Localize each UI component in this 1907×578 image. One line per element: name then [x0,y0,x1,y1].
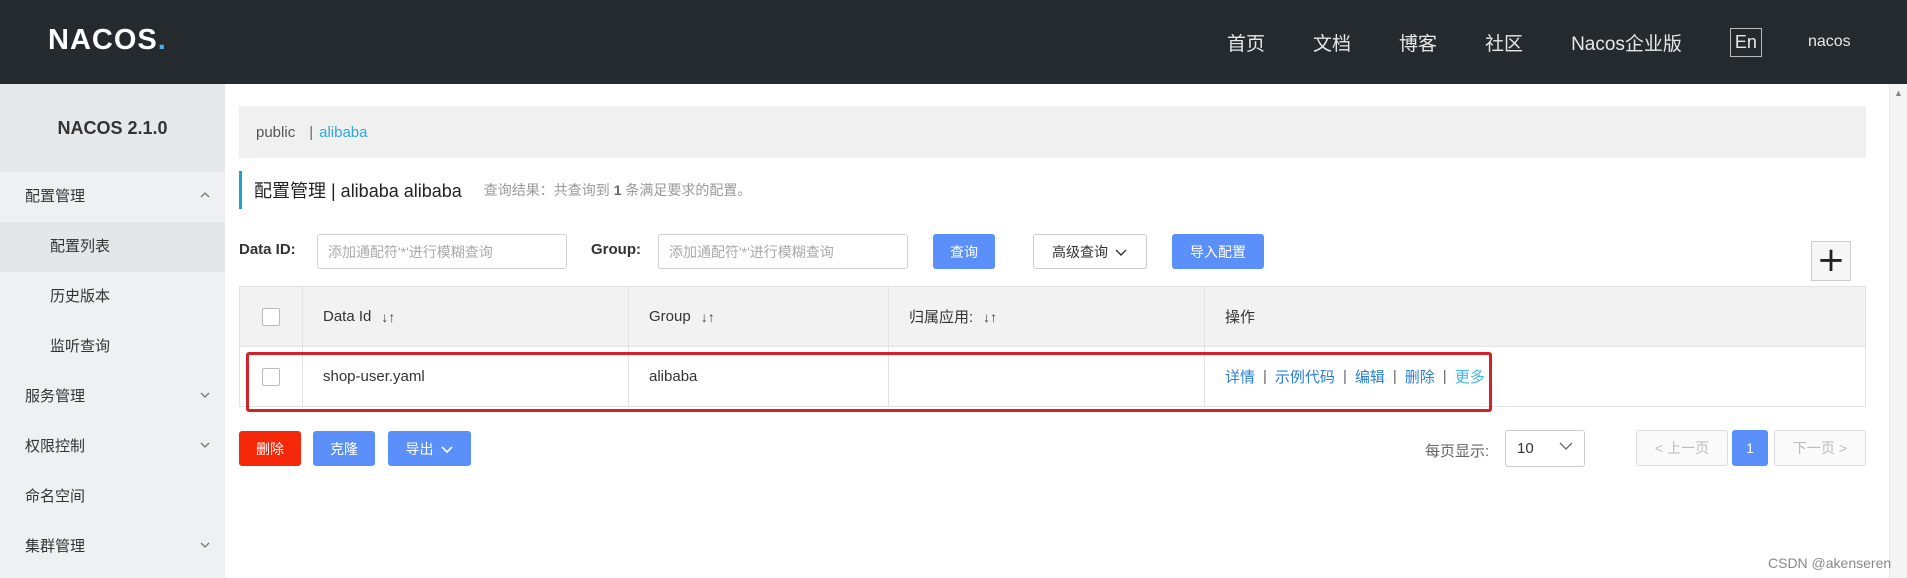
sidebar-item-label: 服务管理 [25,388,86,405]
watermark: CSDN @akenseren [1768,555,1892,571]
sidebar-item-listener-query[interactable]: 监听查询 [0,322,225,372]
top-header: NACOS. 首页 文档 博客 社区 Nacos企业版 En nacos [0,0,1907,84]
sidebar-item-config-list[interactable]: 配置列表 [0,222,225,272]
nav-docs[interactable]: 文档 [1313,29,1351,56]
namespace-bar: public | alibaba [239,106,1866,158]
sort-icon[interactable]: ↓↑ [701,309,715,325]
row-select-cell [240,347,302,406]
next-page-button[interactable]: 下一页 > [1774,430,1866,466]
page-size-label: 每页显示: [1425,443,1490,460]
header-data-id[interactable]: Data Id ↓↑ [302,287,628,346]
sidebar-item-label: 权限控制 [25,438,86,455]
sidebar-item-label: 配置管理 [25,188,86,205]
query-button[interactable]: 查询 [933,234,995,269]
page-size-value: 10 [1517,440,1534,457]
sort-icon[interactable]: ↓↑ [983,309,997,325]
nav-community[interactable]: 社区 [1485,29,1523,56]
cell-app [888,347,1204,406]
sidebar-item-config-management[interactable]: 配置管理 [0,172,225,222]
dataid-label: Data ID: [239,241,296,258]
clone-button[interactable]: 克隆 [313,431,375,466]
nacos-logo[interactable]: NACOS. [48,24,167,57]
sidebar-item-service-management[interactable]: 服务管理 [0,372,225,422]
cell-operations: 详情 | 示例代码 | 编辑 | 删除 | 更多 [1204,347,1867,406]
chevron-down-icon [199,522,211,572]
config-table: Data Id ↓↑ Group ↓↑ 归属应用: ↓↑ 操作 shop-user.y… [239,286,1866,407]
page-size-select[interactable]: 10 [1505,430,1585,467]
select-all-checkbox[interactable] [262,307,280,326]
add-config-button[interactable]: + [1811,241,1851,281]
more-link[interactable]: 更多 [1455,366,1485,387]
scroll-up-arrow-icon[interactable]: ▲ [1894,88,1903,98]
sidebar-item-label: 集群管理 [25,538,86,555]
header-group[interactable]: Group ↓↑ [628,287,888,346]
group-search-input[interactable] [658,234,908,269]
import-config-button[interactable]: 导入配置 [1172,234,1264,269]
sidebar-item-label: 历史版本 [50,288,111,305]
current-page-button[interactable]: 1 [1732,430,1768,466]
chevron-down-icon [199,372,211,422]
cell-group: alibaba [628,347,888,406]
top-nav: 首页 文档 博客 社区 Nacos企业版 En nacos [1227,0,1851,84]
chevron-down-icon [1558,438,1574,457]
namespace-public[interactable]: public [256,124,295,141]
next-label: 下一页 [1792,440,1835,456]
chevron-up-icon [199,172,211,222]
nav-home[interactable]: 首页 [1227,29,1265,56]
sort-icon[interactable]: ↓↑ [381,309,395,325]
sidebar-item-cluster-management[interactable]: 集群管理 [0,522,225,572]
chevron-down-icon [440,442,454,456]
namespace-alibaba[interactable]: alibaba [319,124,367,141]
header-label: Group [649,308,691,325]
sidebar-item-label: 监听查询 [50,338,111,355]
version-label: NACOS 2.1.0 [0,84,225,172]
sidebar-item-history[interactable]: 历史版本 [0,272,225,322]
namespace-separator: | [309,123,314,141]
chevron-right-icon: > [1838,440,1848,456]
export-button[interactable]: 导出 [388,431,471,466]
page-title: 配置管理 | alibaba alibaba [254,181,462,201]
sidebar-item-access-control[interactable]: 权限控制 [0,422,225,472]
table-header: Data Id ↓↑ Group ↓↑ 归属应用: ↓↑ 操作 [240,287,1865,347]
row-checkbox[interactable] [262,367,280,386]
delete-link[interactable]: 删除 [1405,366,1435,387]
group-label: Group: [591,241,641,258]
sidebar-item-label: 配置列表 [50,238,111,255]
vertical-scrollbar[interactable]: ▲ [1889,84,1907,578]
prev-label: 上一页 [1667,440,1710,456]
language-toggle-button[interactable]: En [1729,27,1762,57]
nav-enterprise[interactable]: Nacos企业版 [1571,29,1682,56]
sidebar-item-label: 命名空间 [25,488,86,505]
header-app[interactable]: 归属应用: ↓↑ [888,287,1204,346]
nav-blog[interactable]: 博客 [1399,29,1437,56]
prev-page-button[interactable]: < 上一页 [1636,430,1728,466]
cell-data-id: shop-user.yaml [302,347,628,406]
chevron-down-icon [1114,245,1128,259]
export-label: 导出 [405,440,434,457]
header-label: 操作 [1225,309,1256,326]
table-row: shop-user.yaml alibaba 详情 | 示例代码 | 编辑 | … [240,347,1865,406]
sidebar: NACOS 2.1.0 配置管理 配置列表 历史版本 监听查询 服务管理 权限控… [0,84,225,578]
page-title-row: 配置管理 | alibaba alibaba 查询结果：共查询到 1 条满足要求… [239,171,751,209]
sample-code-link[interactable]: 示例代码 [1275,366,1335,387]
detail-link[interactable]: 详情 [1225,366,1255,387]
header-label: 归属应用: [909,309,974,326]
chevron-left-icon: < [1654,440,1664,456]
batch-delete-button[interactable]: 删除 [239,431,301,466]
select-all-cell [240,287,302,346]
advanced-query-button[interactable]: 高级查询 [1033,234,1147,269]
user-menu[interactable]: nacos [1808,33,1851,51]
header-label: Data Id [323,308,372,325]
sidebar-item-namespace[interactable]: 命名空间 [0,472,225,522]
edit-link[interactable]: 编辑 [1355,366,1385,387]
dataid-search-input[interactable] [317,234,567,269]
chevron-down-icon [199,422,211,472]
header-operations: 操作 [1204,287,1867,346]
advanced-query-label: 高级查询 [1052,243,1108,260]
query-summary: 查询结果：共查询到 1 条满足要求的配置。 [483,182,752,198]
